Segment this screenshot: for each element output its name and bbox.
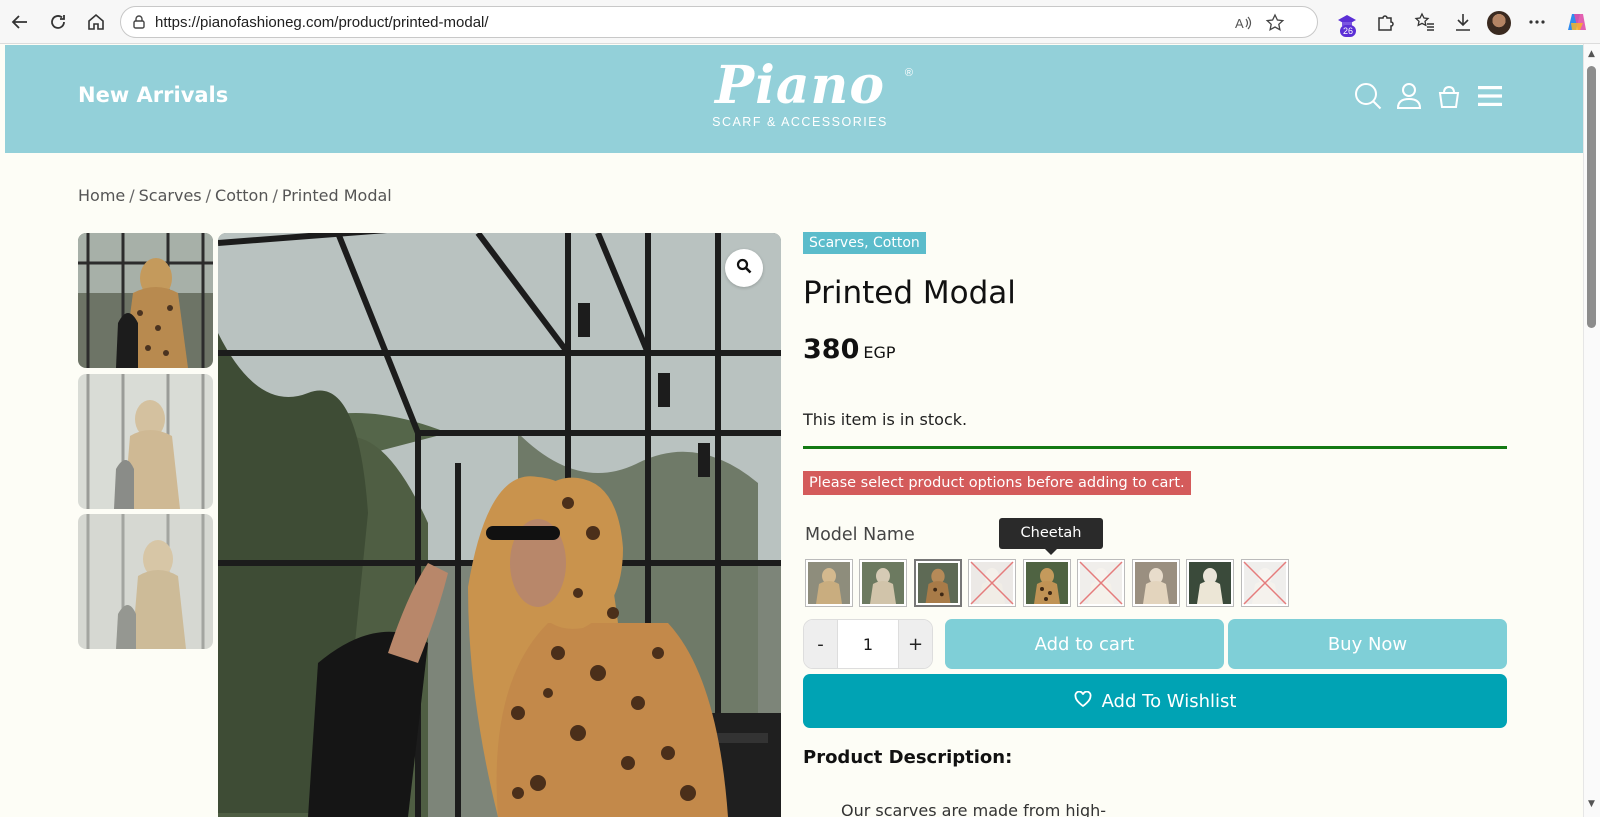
breadcrumb-cotton[interactable]: Cotton bbox=[215, 186, 268, 205]
add-to-wishlist-button[interactable]: Add To Wishlist bbox=[803, 674, 1507, 728]
model-swatch-unavailable[interactable] bbox=[1241, 559, 1289, 607]
reload-icon[interactable] bbox=[46, 10, 70, 34]
price-amount: 380 bbox=[803, 334, 860, 365]
stock-status: This item is in stock. bbox=[803, 410, 968, 429]
back-icon[interactable] bbox=[8, 10, 32, 34]
model-swatch[interactable] bbox=[914, 559, 962, 607]
favorite-star-icon[interactable] bbox=[1265, 13, 1285, 33]
breadcrumb-current: Printed Modal bbox=[281, 186, 392, 205]
buy-now-button[interactable]: Buy Now bbox=[1228, 619, 1507, 669]
svg-text:A: A bbox=[1235, 16, 1244, 31]
scroll-up-arrow[interactable]: ▲ bbox=[1587, 50, 1596, 59]
account-icon[interactable] bbox=[1395, 81, 1423, 115]
price-currency: EGP bbox=[863, 343, 896, 362]
site-header: New Arrivals Piano ® SCARF & ACCESSORIES bbox=[5, 45, 1583, 153]
model-swatch[interactable] bbox=[805, 559, 853, 607]
option-label: Model Name bbox=[805, 525, 915, 545]
description-text: Our scarves are made from high- bbox=[841, 801, 1107, 817]
model-swatch[interactable] bbox=[1132, 559, 1180, 607]
cart-icon[interactable] bbox=[1436, 81, 1462, 115]
gallery-thumbnail[interactable] bbox=[78, 374, 213, 509]
main-product-image[interactable] bbox=[218, 233, 781, 817]
logo-registered-mark: ® bbox=[904, 67, 913, 79]
swatch-tooltip: Cheetah bbox=[999, 518, 1103, 555]
site-logo[interactable]: Piano ® SCARF & ACCESSORIES bbox=[685, 57, 915, 137]
browser-toolbar: https://pianofashioneg.com/product/print… bbox=[0, 0, 1600, 44]
add-to-cart-button[interactable]: Add to cart bbox=[945, 619, 1224, 669]
model-swatch-cheetah[interactable] bbox=[1023, 559, 1071, 607]
product-price: 380 EGP bbox=[803, 334, 896, 365]
magnifier-icon bbox=[736, 258, 752, 278]
breadcrumb: Home / Scarves / Cotton / Printed Modal bbox=[78, 186, 392, 205]
scroll-thumb[interactable] bbox=[1587, 66, 1596, 328]
breadcrumb-scarves[interactable]: Scarves bbox=[139, 186, 202, 205]
lock-icon bbox=[131, 14, 147, 34]
downloads-icon[interactable] bbox=[1452, 11, 1474, 33]
quantity-decrease-button[interactable]: - bbox=[804, 620, 837, 668]
breadcrumb-home[interactable]: Home bbox=[78, 186, 125, 205]
model-swatch-unavailable[interactable] bbox=[968, 559, 1016, 607]
wishlist-label: Add To Wishlist bbox=[1101, 690, 1237, 712]
model-swatch[interactable] bbox=[1186, 559, 1234, 607]
read-aloud-icon[interactable]: A bbox=[1233, 13, 1253, 33]
gallery-thumbnail[interactable] bbox=[78, 514, 213, 649]
profile-avatar[interactable] bbox=[1487, 11, 1511, 35]
home-icon[interactable] bbox=[84, 10, 108, 34]
logo-wordmark: Piano bbox=[714, 55, 886, 116]
search-icon[interactable] bbox=[1353, 81, 1383, 115]
quantity-stepper: - 1 + bbox=[803, 619, 933, 669]
model-swatch[interactable] bbox=[859, 559, 907, 607]
model-swatch-unavailable[interactable] bbox=[1077, 559, 1125, 607]
new-arrivals-link[interactable]: New Arrivals bbox=[78, 83, 228, 107]
more-menu-icon[interactable] bbox=[1526, 11, 1548, 33]
copilot-icon[interactable] bbox=[1566, 11, 1588, 33]
scroll-down-arrow[interactable]: ▼ bbox=[1587, 800, 1596, 809]
category-tag[interactable]: Scarves, Cotton bbox=[803, 232, 926, 254]
heart-icon bbox=[1074, 690, 1092, 712]
hamburger-menu-icon[interactable] bbox=[1477, 85, 1503, 111]
address-bar[interactable]: https://pianofashioneg.com/product/print… bbox=[120, 6, 1318, 38]
gallery-thumbnail[interactable] bbox=[78, 233, 213, 368]
description-heading: Product Description: bbox=[803, 747, 1013, 768]
extension-badge: 26 bbox=[1340, 25, 1357, 37]
stock-divider bbox=[803, 446, 1507, 449]
options-warning: Please select product options before add… bbox=[803, 471, 1191, 495]
url-text: https://pianofashioneg.com/product/print… bbox=[155, 14, 489, 31]
extensions-puzzle-icon[interactable] bbox=[1374, 11, 1396, 33]
quantity-increase-button[interactable]: + bbox=[899, 620, 932, 668]
zoom-button[interactable] bbox=[725, 249, 763, 287]
logo-tagline: SCARF & ACCESSORIES bbox=[712, 115, 888, 129]
product-title: Printed Modal bbox=[803, 275, 1016, 311]
quantity-input[interactable]: 1 bbox=[837, 620, 899, 668]
favorites-list-icon[interactable] bbox=[1414, 11, 1436, 33]
